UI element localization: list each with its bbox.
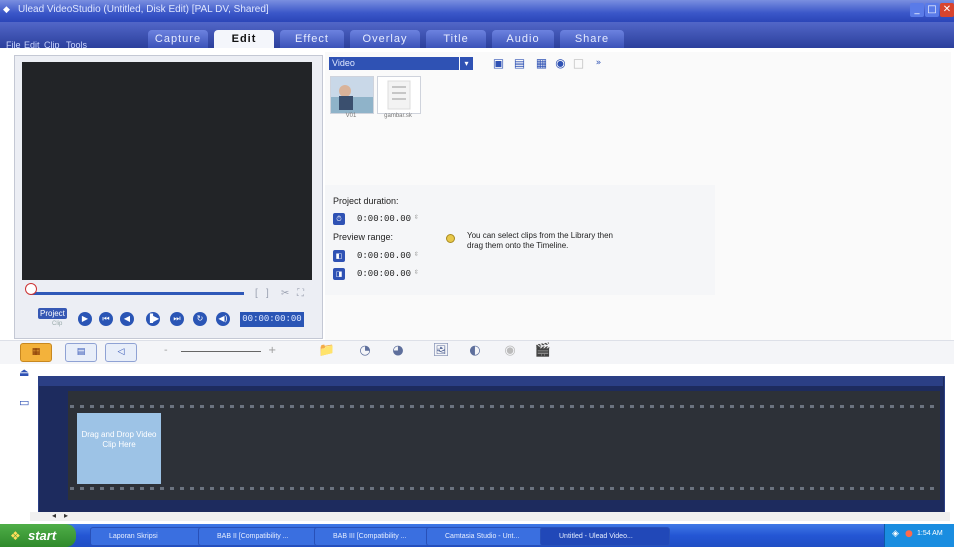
enlarge-icon[interactable]: ⛶ bbox=[297, 288, 304, 299]
tab-capture[interactable]: Capture bbox=[148, 30, 208, 48]
track-manager-icon[interactable]: ◐ bbox=[466, 342, 484, 360]
tab-share[interactable]: Share bbox=[560, 30, 624, 48]
more-icon[interactable]: » bbox=[591, 56, 606, 71]
cut-icon[interactable]: ✂ bbox=[281, 288, 289, 299]
start-label: start bbox=[28, 528, 57, 543]
thumbnail-label: gambar.sk bbox=[384, 113, 412, 119]
taskbar-item[interactable]: Camtasia Studio - Unt... bbox=[426, 527, 556, 546]
taskbar-item[interactable]: Laporan Skripsi bbox=[90, 527, 210, 546]
library-thumbnail[interactable] bbox=[377, 76, 421, 114]
blank-icon[interactable]: □ bbox=[571, 56, 586, 71]
window-title: Ulead VideoStudio (Untitled, Disk Edit) … bbox=[18, 4, 269, 15]
spinner-icon[interactable]: ⇳ bbox=[414, 251, 419, 258]
repeat-icon[interactable]: ↻ bbox=[193, 312, 207, 326]
menu-clip[interactable]: Clip bbox=[44, 40, 60, 50]
preview-start-field[interactable]: 0:00:00.00 bbox=[357, 251, 411, 261]
previous-icon[interactable]: ◀ bbox=[120, 312, 134, 326]
mark-in-icon[interactable]: [ bbox=[255, 288, 258, 299]
audio-view-button[interactable]: ◁ bbox=[105, 343, 137, 362]
insert-media-icon[interactable]: 📁 bbox=[318, 342, 336, 360]
record-icon[interactable]: ◉ bbox=[553, 56, 568, 71]
play-icon[interactable]: ▶ bbox=[78, 312, 92, 326]
project-duration-label: Project duration: bbox=[333, 196, 399, 206]
timecode-display[interactable]: 00:00:00:00 bbox=[240, 312, 304, 327]
undo-icon[interactable]: ◔ bbox=[356, 342, 374, 360]
timeline-scrollbar[interactable] bbox=[30, 512, 950, 521]
movie-wizard-icon[interactable]: 🎬 bbox=[534, 342, 552, 360]
spinner-icon[interactable]: ⇳ bbox=[414, 269, 419, 276]
hint-text: You can select clips from the Library th… bbox=[467, 231, 614, 250]
clip-mode-label[interactable]: Clip bbox=[52, 321, 62, 327]
project-duration-field[interactable]: 0:00:00.00 bbox=[357, 214, 411, 224]
scroll-left-icon[interactable]: ◂ bbox=[52, 511, 56, 520]
smart-proxy-icon[interactable]: 🖼 bbox=[432, 342, 450, 360]
preview-screen bbox=[22, 62, 312, 280]
zoom-out-icon[interactable]: - bbox=[164, 345, 168, 356]
tab-overlay[interactable]: Overlay bbox=[350, 30, 420, 48]
thumbnail-image-v01 bbox=[331, 77, 373, 113]
tab-edit[interactable]: Edit bbox=[214, 30, 274, 48]
range-end-icon: ◨ bbox=[333, 268, 345, 280]
media-icon[interactable]: ▦ bbox=[534, 56, 549, 71]
tab-effect[interactable]: Effect bbox=[280, 30, 344, 48]
taskbar-item-active[interactable]: Untitled - Ulead Video... bbox=[540, 527, 670, 546]
film-sprockets-bottom bbox=[68, 486, 940, 491]
film-sprockets-top bbox=[68, 404, 940, 409]
duration-icon: ⏱ bbox=[333, 213, 345, 225]
chevron-down-icon[interactable]: ▾ bbox=[460, 57, 473, 70]
minimize-button[interactable]: _ bbox=[910, 3, 924, 17]
scrub-marker[interactable] bbox=[25, 283, 37, 295]
app-icon: ◆ bbox=[3, 4, 10, 14]
library-thumbnail[interactable] bbox=[330, 76, 374, 114]
taskbar-item[interactable]: BAB II [Compatibility ... bbox=[198, 527, 330, 546]
eject-icon[interactable]: ⏏ bbox=[19, 366, 29, 379]
network-icon[interactable]: ◈ bbox=[892, 529, 899, 539]
windows-logo-icon: ❖ bbox=[10, 529, 21, 543]
volume-icon[interactable]: ◀) bbox=[216, 312, 230, 326]
preview-range-label: Preview range: bbox=[333, 232, 394, 242]
title-bar: ◆ Ulead VideoStudio (Untitled, Disk Edit… bbox=[0, 0, 954, 22]
zoom-slider[interactable] bbox=[181, 351, 261, 352]
menu-tools[interactable]: Tools bbox=[66, 40, 87, 50]
end-icon[interactable]: ⏭ bbox=[170, 312, 184, 326]
zoom-in-icon[interactable]: + bbox=[268, 345, 276, 356]
scrub-bar[interactable] bbox=[30, 292, 244, 295]
tab-audio[interactable]: Audio bbox=[492, 30, 554, 48]
import-icon[interactable]: ▤ bbox=[512, 56, 527, 71]
range-start-icon: ◧ bbox=[333, 250, 345, 262]
clock: 1:54 AM bbox=[917, 530, 943, 537]
taskbar-item[interactable]: BAB III [Compatibility ... bbox=[314, 527, 442, 546]
home-icon[interactable]: ⏮ bbox=[99, 312, 113, 326]
tab-title[interactable]: Title bbox=[426, 30, 486, 48]
spinner-icon[interactable]: ⇳ bbox=[414, 214, 419, 221]
menu-edit[interactable]: Edit bbox=[24, 40, 40, 50]
folder-icon[interactable]: ▣ bbox=[491, 56, 506, 71]
close-button[interactable]: ✕ bbox=[940, 3, 954, 17]
timeline-view-button[interactable]: ▤ bbox=[65, 343, 97, 362]
preview-end-field[interactable]: 0:00:00.00 bbox=[357, 269, 411, 279]
video-track-icon[interactable]: ▭ bbox=[19, 396, 29, 409]
redo-icon[interactable]: ◕ bbox=[389, 342, 407, 360]
mark-out-icon[interactable]: ] bbox=[266, 288, 269, 299]
menu-file[interactable]: File bbox=[6, 40, 21, 50]
security-icon[interactable]: ● bbox=[905, 529, 913, 539]
drop-zone-text: Drag and Drop Video Clip Here bbox=[81, 430, 157, 449]
record-capture-icon[interactable]: ◉ bbox=[501, 342, 519, 360]
library-category-select[interactable]: Video bbox=[329, 57, 459, 70]
thumbnail-label: V01 bbox=[345, 113, 357, 119]
thumbnail-image-gambar bbox=[378, 77, 420, 113]
project-mode-label[interactable]: Project bbox=[38, 308, 67, 319]
lightbulb-icon bbox=[446, 234, 455, 243]
next-icon[interactable]: ▐▶ bbox=[146, 312, 160, 326]
timeline-ruler[interactable] bbox=[38, 376, 943, 386]
scroll-right-icon[interactable]: ▸ bbox=[64, 511, 68, 520]
maximize-button[interactable]: □ bbox=[925, 3, 939, 17]
storyboard-view-button[interactable]: ▦ bbox=[20, 343, 52, 362]
